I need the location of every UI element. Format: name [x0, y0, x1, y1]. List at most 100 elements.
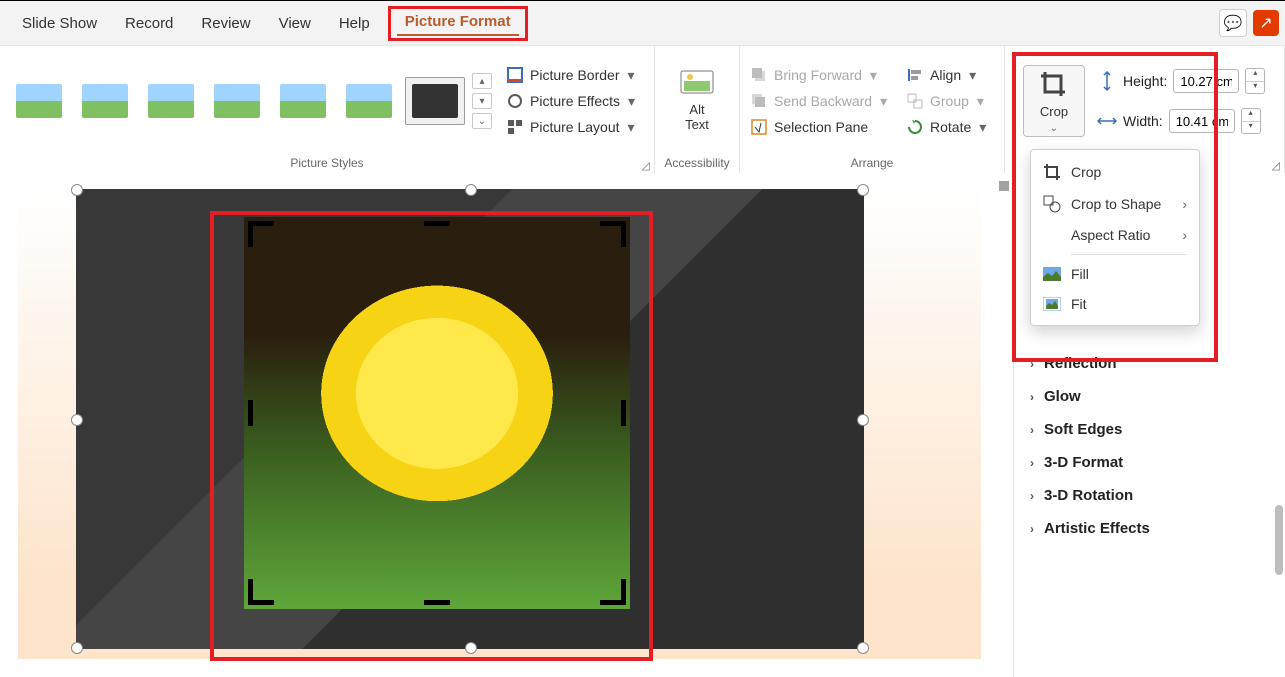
tab-slide-show[interactable]: Slide Show	[12, 11, 107, 36]
crop-menu-fill[interactable]: Fill	[1031, 259, 1199, 289]
chevron-right-icon: ›	[1182, 196, 1187, 212]
pane-artistic-label: Artistic Effects	[1044, 520, 1150, 537]
height-icon	[1097, 71, 1117, 91]
height-spinner[interactable]: ▴▾	[1245, 68, 1265, 94]
rotate-icon	[906, 118, 924, 136]
border-icon	[506, 66, 524, 84]
crop-button[interactable]: Crop ⌄	[1023, 65, 1085, 137]
crop-handle[interactable]	[248, 400, 253, 426]
picture-style-2[interactable]	[75, 77, 135, 125]
pane-section-glow[interactable]: ›Glow	[1030, 380, 1283, 413]
bring-forward-button: Bring Forward▾	[746, 64, 896, 86]
crop-menu-fit[interactable]: Fit	[1031, 289, 1199, 319]
crop-handle[interactable]	[248, 221, 253, 247]
send-backward-label: Send Backward	[774, 93, 872, 109]
picture-style-3[interactable]	[141, 77, 201, 125]
picture-visible-area	[244, 217, 630, 609]
width-input[interactable]	[1169, 109, 1235, 133]
pane-section-artistic-effects[interactable]: ›Artistic Effects	[1030, 512, 1283, 545]
send-backward-icon	[750, 92, 768, 110]
tab-picture-format[interactable]: Picture Format	[388, 6, 528, 41]
alt-text-label: Alt Text	[685, 102, 709, 132]
crop-menu-aspect-label: Aspect Ratio	[1071, 227, 1150, 243]
pane-section-3d-rotation[interactable]: ›3-D Rotation	[1030, 479, 1283, 512]
chevron-down-icon: ⌄	[1050, 123, 1058, 134]
align-label: Align	[930, 67, 961, 83]
crop-handle[interactable]	[424, 600, 450, 605]
pane-section-soft-edges[interactable]: ›Soft Edges	[1030, 413, 1283, 446]
crop-menu-aspect-ratio[interactable]: Aspect Ratio ›	[1031, 220, 1199, 250]
selection-handle[interactable]	[465, 642, 477, 654]
selection-pane-button[interactable]: Selection Pane	[746, 116, 896, 138]
fit-icon	[1043, 297, 1061, 311]
tab-record[interactable]: Record	[115, 11, 183, 36]
pane-section-3d-format[interactable]: ›3-D Format	[1030, 446, 1283, 479]
selection-handle[interactable]	[71, 414, 83, 426]
width-icon	[1097, 111, 1117, 131]
bring-forward-icon	[750, 66, 768, 84]
pane-reflection-label: Reflection	[1044, 355, 1117, 372]
height-label: Height:	[1123, 73, 1167, 89]
selection-handle[interactable]	[71, 642, 83, 654]
picture-style-1[interactable]	[9, 77, 69, 125]
height-input[interactable]	[1173, 69, 1239, 93]
crop-handle[interactable]	[621, 579, 626, 605]
alt-text-button[interactable]: Alt Text	[669, 70, 725, 132]
crop-menu-crop-label: Crop	[1071, 164, 1101, 180]
gallery-down-icon[interactable]: ▾	[472, 93, 492, 109]
gallery-up-icon[interactable]: ▴	[472, 73, 492, 89]
selection-handle[interactable]	[857, 642, 869, 654]
crop-handle[interactable]	[621, 400, 626, 426]
group-label: Group	[930, 93, 969, 109]
share-icon[interactable]: ↗	[1253, 10, 1279, 36]
pane-section-reflection[interactable]: ›Reflection	[1030, 347, 1283, 380]
crop-icon	[1043, 163, 1061, 181]
alt-text-icon	[680, 70, 714, 98]
vertical-scrollbar[interactable]	[999, 181, 1009, 191]
group-button: Group▾	[902, 90, 990, 112]
picture-layout-label: Picture Layout	[530, 119, 620, 135]
crop-region[interactable]	[244, 217, 630, 609]
bring-forward-label: Bring Forward	[774, 67, 862, 83]
picture-style-5[interactable]	[273, 77, 333, 125]
group-icon	[906, 92, 924, 110]
crop-handle[interactable]	[424, 221, 450, 226]
picture-styles-launcher-icon[interactable]: ◿	[642, 159, 650, 172]
picture-style-4[interactable]	[207, 77, 267, 125]
picture-effects-label: Picture Effects	[530, 93, 620, 109]
tab-view[interactable]: View	[269, 11, 321, 36]
tab-review[interactable]: Review	[191, 11, 260, 36]
align-icon	[906, 66, 924, 84]
crop-dropdown-menu: Crop Crop to Shape › Aspect Ratio › Fill…	[1030, 149, 1200, 326]
selected-picture[interactable]	[76, 189, 864, 649]
comments-icon[interactable]: 💬	[1219, 9, 1247, 37]
picture-style-6[interactable]	[339, 77, 399, 125]
slide	[18, 185, 981, 659]
crop-handle[interactable]	[248, 579, 253, 605]
tab-help[interactable]: Help	[329, 11, 380, 36]
selection-handle[interactable]	[857, 184, 869, 196]
picture-effects-button[interactable]: Picture Effects▾	[502, 90, 639, 112]
pane-soft-edges-label: Soft Edges	[1044, 421, 1122, 438]
rotate-button[interactable]: Rotate▾	[902, 116, 990, 138]
rotate-label: Rotate	[930, 119, 971, 135]
crop-menu-crop[interactable]: Crop	[1031, 156, 1199, 188]
pane-3d-rotation-label: 3-D Rotation	[1044, 487, 1133, 504]
slide-area[interactable]	[0, 173, 1013, 677]
picture-style-7[interactable]	[405, 77, 465, 125]
selection-handle[interactable]	[465, 184, 477, 196]
picture-border-button[interactable]: Picture Border▾	[502, 64, 639, 86]
size-launcher-icon[interactable]: ◿	[1272, 159, 1280, 172]
crop-shape-icon	[1043, 195, 1061, 213]
selection-handle[interactable]	[71, 184, 83, 196]
picture-layout-button[interactable]: Picture Layout▾	[502, 116, 639, 138]
gallery-expand-icon[interactable]: ⌄	[472, 113, 492, 129]
width-spinner[interactable]: ▴▾	[1241, 108, 1261, 134]
align-button[interactable]: Align▾	[902, 64, 990, 86]
pane-scrollbar[interactable]	[1275, 505, 1283, 575]
style-gallery-more[interactable]: ▴ ▾ ⌄	[472, 73, 494, 129]
pane-3d-format-label: 3-D Format	[1044, 454, 1123, 471]
selection-handle[interactable]	[857, 414, 869, 426]
crop-menu-crop-to-shape[interactable]: Crop to Shape ›	[1031, 188, 1199, 220]
crop-handle[interactable]	[621, 221, 626, 247]
